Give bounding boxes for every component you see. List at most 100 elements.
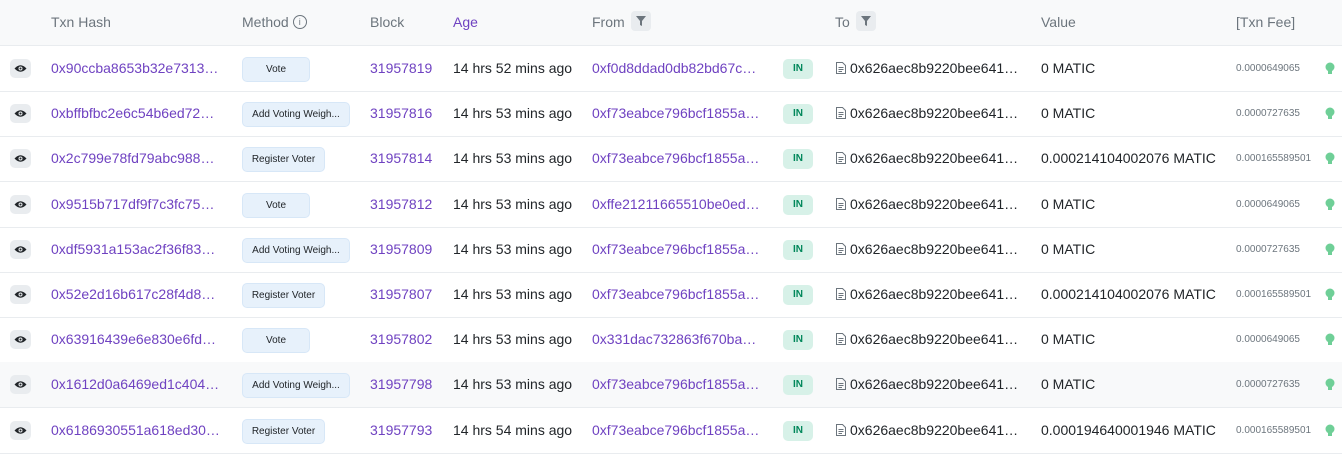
value-text: 0.000214104002076 MATIC [1041, 286, 1216, 302]
filter-icon [860, 16, 871, 27]
header-from-label: From [592, 14, 625, 30]
light-bulb-icon [1325, 378, 1335, 391]
block-link[interactable]: 31957812 [370, 182, 432, 227]
block-link[interactable]: 31957809 [370, 227, 432, 272]
method-badge: Register Voter [242, 418, 325, 444]
txn-fee-text: 0.0000649065 [1236, 198, 1300, 210]
view-details-button[interactable] [10, 194, 31, 214]
view-details-button[interactable] [10, 149, 31, 169]
eye-icon [14, 336, 27, 343]
method-badge: Add Voting Weigh... [242, 102, 350, 128]
txn-hash-link[interactable]: 0x63916439e6e830e6fd… [51, 317, 216, 362]
block-link[interactable]: 31957816 [370, 91, 432, 136]
to-address-link[interactable]: 0x626aec8b9220bee641… [850, 272, 1018, 317]
txn-fee-text: 0.0000727635 [1236, 243, 1300, 255]
view-details-button[interactable] [10, 104, 31, 124]
method-badge: Vote [242, 192, 310, 218]
value-text: 0 MATIC [1041, 105, 1096, 122]
eye-icon [14, 65, 27, 72]
value-text: 0 MATIC [1041, 376, 1096, 393]
direction-badge: IN [783, 59, 813, 79]
block-link[interactable]: 31957807 [370, 272, 432, 317]
block-link[interactable]: 31957819 [370, 46, 432, 91]
light-bulb-icon [1325, 62, 1335, 74]
txn-hash-link[interactable]: 0xbffbfbc2e6c54b6ed72… [51, 91, 214, 136]
from-address-link[interactable]: 0xffe21211665510be0ed… [592, 182, 760, 227]
txn-hash-link[interactable]: 0xdf5931a153ac2f36f83… [51, 227, 215, 272]
to-filter-button[interactable] [855, 11, 876, 32]
direction-badge: IN [783, 194, 813, 215]
direction-badge: IN [783, 104, 813, 125]
direction-badge: IN [783, 420, 813, 441]
eye-icon [14, 381, 27, 389]
header-age[interactable]: Age [453, 0, 478, 45]
block-link[interactable]: 31957802 [370, 317, 432, 362]
to-address-link[interactable]: 0x626aec8b9220bee641… [850, 317, 1018, 362]
to-address-link[interactable]: 0x626aec8b9220bee641… [850, 362, 1018, 407]
method-badge: Register Voter [242, 283, 325, 308]
to-address-link[interactable]: 0x626aec8b9220bee641… [850, 408, 1018, 453]
document-icon [836, 378, 846, 391]
txn-hash-link[interactable]: 0x9515b717df9f7c3fc75… [51, 182, 214, 227]
table-header: Txn Hash Method i Block Age From To Value… [0, 0, 1342, 46]
view-details-button[interactable] [10, 285, 31, 304]
value-text: 0 MATIC [1041, 240, 1096, 257]
table-row: 0x9515b717df9f7c3fc75… Vote 31957812 14 … [0, 182, 1342, 228]
block-link[interactable]: 31957798 [370, 362, 432, 407]
block-link[interactable]: 31957793 [370, 408, 432, 453]
txn-hash-link[interactable]: 0x1612d0a6469ed1c404… [51, 362, 219, 407]
value-text: 0 MATIC [1041, 195, 1096, 212]
view-details-button[interactable] [10, 420, 31, 440]
to-address-link[interactable]: 0x626aec8b9220bee641… [850, 182, 1018, 227]
txn-hash-link[interactable]: 0x2c799e78fd79abc988… [51, 136, 214, 181]
table-row: 0xdf5931a153ac2f36f83… Add Voting Weigh.… [0, 227, 1342, 273]
method-badge: Add Voting Weigh... [242, 373, 350, 399]
direction-badge: IN [783, 330, 813, 351]
direction-badge: IN [783, 375, 813, 396]
from-address-link[interactable]: 0xf73eabce796bcf1855a… [592, 136, 759, 181]
light-bulb-icon [1325, 107, 1335, 120]
from-address-link[interactable]: 0xf0d8ddad0db82bd67c… [592, 46, 756, 91]
from-address-link[interactable]: 0xf73eabce796bcf1855a… [592, 408, 759, 453]
value-text: 0 MATIC [1041, 60, 1096, 76]
txn-hash-link[interactable]: 0x6186930551a618ed30… [51, 408, 220, 453]
table-row: 0xbffbfbc2e6c54b6ed72… Add Voting Weigh.… [0, 91, 1342, 138]
filter-icon [635, 16, 646, 27]
document-icon [836, 152, 846, 165]
age-text: 14 hrs 53 mins ago [453, 331, 573, 348]
from-address-link[interactable]: 0xf73eabce796bcf1855a… [592, 91, 759, 136]
txn-hash-link[interactable]: 0x52e2d16b617c28f4d8… [51, 272, 215, 317]
txn-fee-text: 0.000165589501 [1236, 153, 1312, 165]
txn-hash-link[interactable]: 0x90ccba8653b32e7313… [51, 46, 218, 91]
method-badge: Register Voter [242, 147, 325, 173]
light-bulb-icon [1325, 243, 1335, 255]
to-address-link[interactable]: 0x626aec8b9220bee641… [850, 91, 1018, 136]
view-details-button[interactable] [10, 330, 31, 350]
view-details-button[interactable] [10, 59, 31, 78]
txn-fee-text: 0.0000727635 [1236, 379, 1300, 391]
document-icon [836, 107, 846, 120]
to-address-link[interactable]: 0x626aec8b9220bee641… [850, 227, 1018, 272]
document-icon [836, 333, 846, 346]
to-address-link[interactable]: 0x626aec8b9220bee641… [850, 136, 1018, 181]
age-text: 14 hrs 53 mins ago [453, 150, 573, 167]
header-txn-fee[interactable]: [Txn Fee] [1236, 0, 1295, 45]
header-txn-hash: Txn Hash [51, 14, 111, 30]
from-filter-button[interactable] [630, 11, 651, 32]
to-address-link[interactable]: 0x626aec8b9220bee641… [850, 46, 1018, 91]
from-address-link[interactable]: 0xf73eabce796bcf1855a… [592, 272, 759, 317]
header-block: Block [370, 14, 405, 30]
from-address-link[interactable]: 0xf73eabce796bcf1855a… [592, 362, 759, 407]
value-text: 0 MATIC [1041, 331, 1096, 348]
view-details-button[interactable] [10, 239, 31, 259]
table-row: 0x52e2d16b617c28f4d8… Register Voter 319… [0, 272, 1342, 318]
method-badge: Vote [242, 328, 310, 354]
from-address-link[interactable]: 0xf73eabce796bcf1855a… [592, 227, 759, 272]
block-link[interactable]: 31957814 [370, 136, 432, 181]
from-address-link[interactable]: 0x331dac732863f670ba… [592, 317, 756, 362]
header-method-label: Method [242, 14, 289, 30]
view-details-button[interactable] [10, 375, 31, 395]
eye-icon [14, 110, 27, 117]
value-text: 0.000214104002076 MATIC [1041, 150, 1216, 167]
info-icon[interactable]: i [292, 15, 307, 30]
